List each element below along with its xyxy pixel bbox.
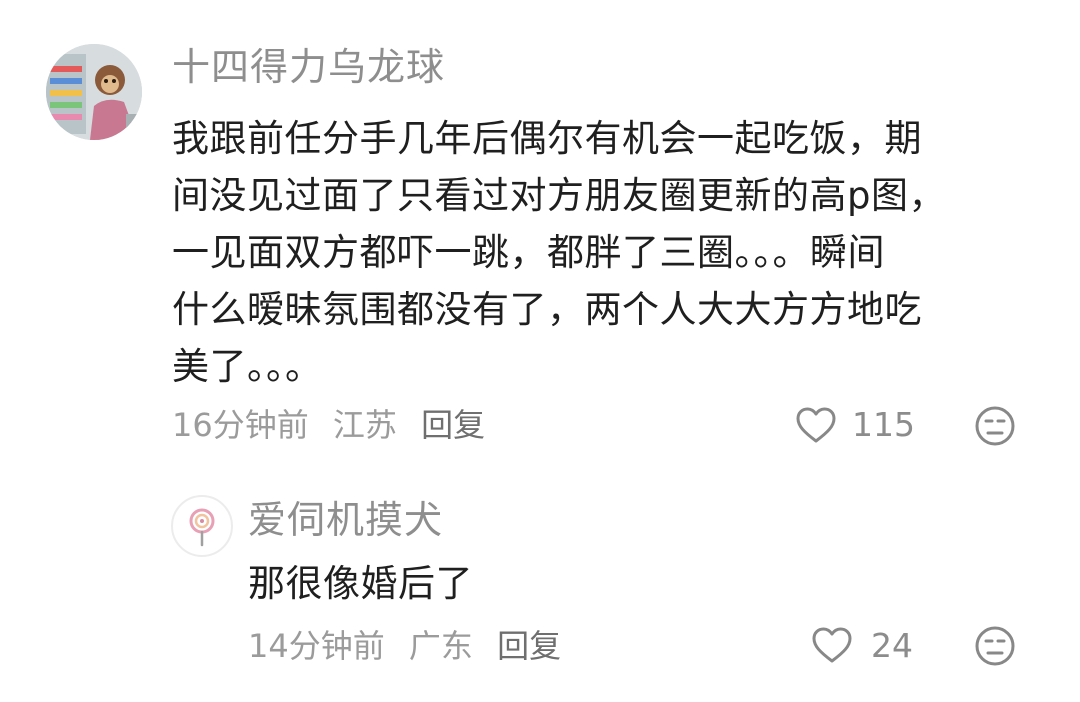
- heart-outline-icon[interactable]: [794, 404, 838, 448]
- commenter-avatar[interactable]: [46, 44, 142, 140]
- comment-text: 我跟前任分手几年后偶尔有机会一起吃饭，期 间没见过面了只看过对方朋友圈更新的高p…: [172, 110, 946, 395]
- lollipop-icon: [189, 508, 215, 547]
- heart-outline-icon[interactable]: [810, 624, 854, 668]
- comment-line: 我跟前任分手几年后偶尔有机会一起吃饭，期: [172, 117, 922, 160]
- like-count: 24: [871, 626, 913, 665]
- replier-avatar[interactable]: [171, 495, 233, 557]
- meh-face-icon[interactable]: [973, 624, 1017, 668]
- comment-line: 美了。。。: [172, 345, 323, 388]
- comment-line: 间没见过面了只看过对方朋友圈更新的高p图，: [172, 174, 946, 217]
- comment-time: 16分钟前: [172, 406, 309, 444]
- comment-line: 一见面双方都吓一跳，都胖了三圈。。。瞬间: [172, 231, 885, 274]
- avatar-photo: [46, 44, 142, 140]
- reply-location: 广东: [408, 627, 473, 665]
- reply-meta: 14分钟前 广东 回复: [248, 626, 575, 666]
- reply-button[interactable]: 回复: [421, 406, 485, 444]
- like-count: 115: [852, 405, 915, 444]
- meh-face-icon[interactable]: [973, 404, 1017, 448]
- reply-button[interactable]: 回复: [497, 627, 561, 665]
- reply-text: 那很像婚后了: [248, 555, 473, 612]
- reply-line: 那很像婚后了: [248, 562, 473, 605]
- comment-meta: 16分钟前 江苏 回复: [172, 405, 499, 445]
- reply-time: 14分钟前: [248, 627, 385, 665]
- comment-location: 江苏: [332, 406, 397, 444]
- commenter-username[interactable]: 十四得力乌龙球: [172, 44, 445, 90]
- replier-username[interactable]: 爱伺机摸犬: [248, 497, 443, 543]
- comment-line: 什么暧昧氛围都没有了，两个人大大方方地吃: [172, 288, 922, 331]
